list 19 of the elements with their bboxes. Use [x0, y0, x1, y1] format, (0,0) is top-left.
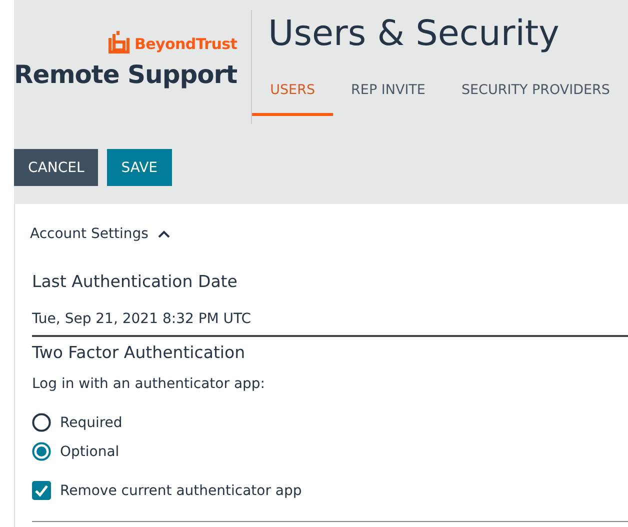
checkbox-label: Remove current authenticator app — [60, 482, 302, 498]
prompt-text: Log in with an authenticator app: — [32, 376, 266, 392]
radio-button[interactable] — [32, 413, 51, 432]
page-title: Users & Security — [268, 14, 560, 54]
radio-label: Optional — [60, 444, 120, 460]
tab[interactable]: USERS — [252, 74, 334, 116]
field-label: Last Authentication Date — [32, 272, 238, 291]
product-name: Remote Support — [14, 60, 238, 89]
tab[interactable]: REP INVITE — [333, 74, 444, 116]
radio-button[interactable] — [32, 442, 51, 461]
section-heading: Two Factor Authentication — [32, 343, 246, 362]
checkbox[interactable] — [32, 481, 51, 500]
tab[interactable]: SECURITY PROVIDERS — [443, 74, 628, 116]
field-value: Tue, Sep 21, 2021 8:32 PM UTC — [32, 291, 628, 337]
company-name: BeyondTrust — [134, 35, 238, 53]
radio-label: Required — [60, 414, 122, 430]
cancel-button[interactable]: CANCEL — [14, 149, 98, 186]
save-button[interactable]: SAVE — [107, 149, 172, 186]
section-toggle[interactable]: Account Settings — [30, 226, 170, 242]
